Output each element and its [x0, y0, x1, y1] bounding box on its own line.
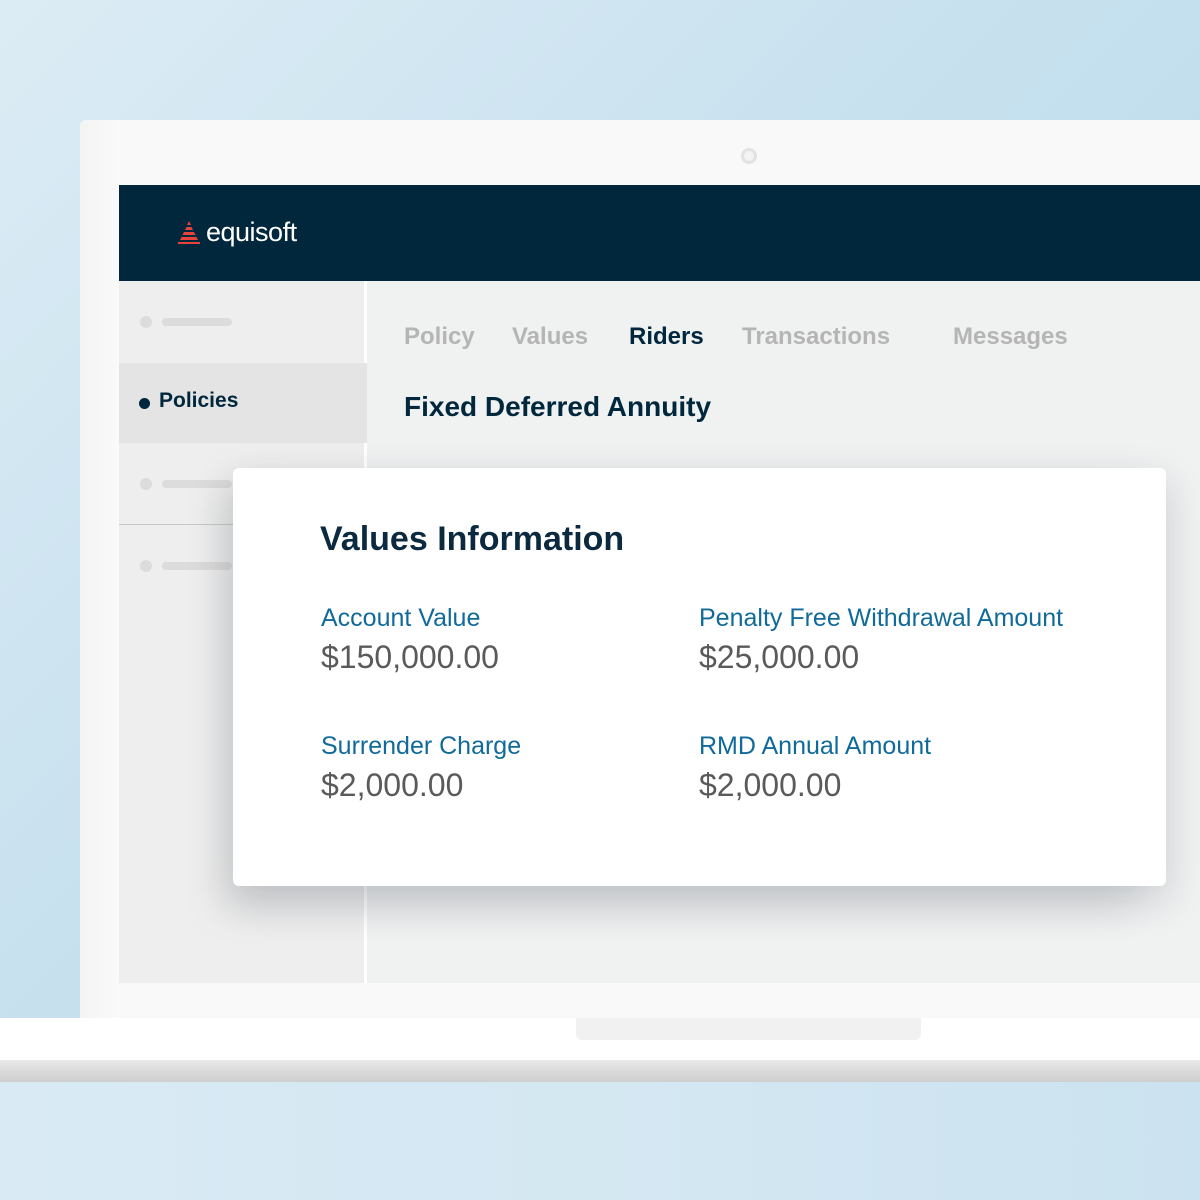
sidebar-item-label: Policies [159, 389, 239, 412]
placeholder-bar [162, 480, 232, 488]
bullet-icon [139, 398, 150, 409]
tab-riders[interactable]: Riders [629, 323, 704, 351]
field-value: $2,000.00 [321, 767, 464, 803]
sidebar-item-placeholder-1[interactable] [119, 281, 367, 361]
header-bar: equisoft [119, 185, 1200, 281]
bullet-icon [140, 478, 152, 490]
field-label: RMD Annual Amount [699, 732, 932, 760]
field-rmd-annual-amount: RMD Annual Amount $2,000.00 [699, 732, 931, 804]
field-value: $25,000.00 [699, 639, 860, 675]
field-penalty-free-withdrawal: Penalty Free Withdrawal Amount $25,000.0… [699, 604, 1063, 676]
background-floor [0, 1080, 1200, 1200]
laptop-hinge-notch [576, 1018, 921, 1040]
field-value: $2,000.00 [699, 767, 842, 803]
placeholder-bar [162, 318, 232, 326]
tab-messages[interactable]: Messages [953, 323, 1068, 351]
tab-values[interactable]: Values [512, 323, 588, 351]
field-value: $150,000.00 [321, 639, 499, 675]
values-information-card: Values Information Account Value $150,00… [233, 468, 1166, 886]
tab-transactions[interactable]: Transactions [742, 323, 890, 351]
brand-logo[interactable]: equisoft [176, 215, 297, 249]
equisoft-logo-icon [178, 221, 200, 244]
sidebar-item-policies[interactable]: Policies [119, 363, 367, 443]
tab-policy[interactable]: Policy [404, 323, 475, 351]
card-title: Values Information [320, 520, 625, 558]
brand-name: equisoft [206, 216, 297, 247]
laptop-base-edge [0, 1060, 1200, 1082]
field-label: Surrender Charge [321, 732, 522, 760]
webcam-icon [741, 148, 757, 164]
field-surrender-charge: Surrender Charge $2,000.00 [321, 732, 521, 804]
laptop-lid-edge [80, 120, 120, 1020]
bullet-icon [140, 560, 152, 572]
bullet-icon [140, 316, 152, 328]
page-title: Fixed Deferred Annuity [404, 391, 712, 422]
field-label: Penalty Free Withdrawal Amount [699, 604, 1064, 632]
field-account-value: Account Value $150,000.00 [321, 604, 499, 676]
field-label: Account Value [321, 604, 481, 632]
